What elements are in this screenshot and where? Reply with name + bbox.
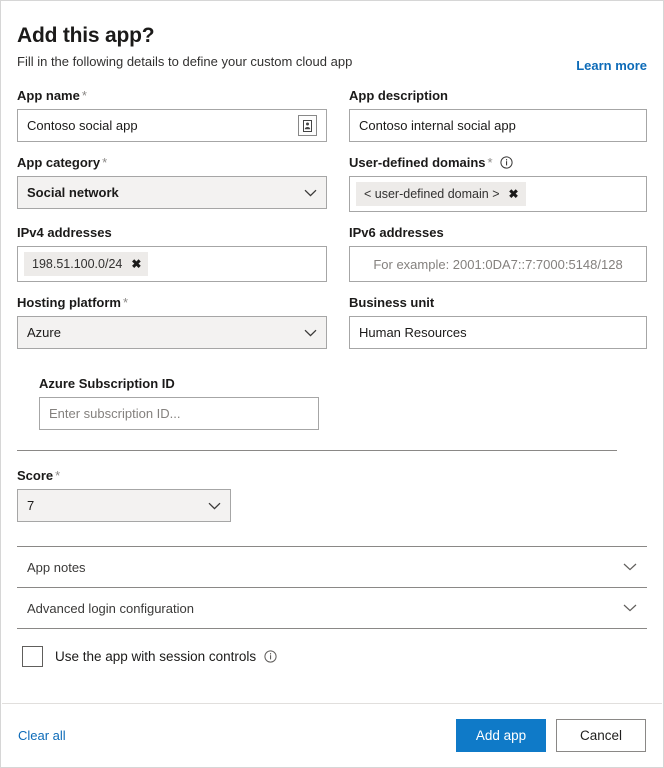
label-hosting-platform: Hosting platform *	[17, 295, 129, 310]
ipv4-addresses-tokenfield[interactable]: 198.51.100.0/24 ✖	[17, 246, 327, 282]
business-unit-input[interactable]: Human Resources	[349, 316, 647, 349]
chevron-down-icon	[304, 189, 317, 197]
chevron-down-icon	[208, 502, 221, 510]
field-ipv4-addresses: IPv4 addresses 198.51.100.0/24 ✖	[17, 224, 327, 282]
field-hosting-platform: Hosting platform * Azure	[17, 294, 327, 349]
info-icon[interactable]	[264, 650, 277, 663]
ipv4-chip[interactable]: 198.51.100.0/24 ✖	[24, 252, 149, 276]
label-score: Score *	[17, 468, 61, 483]
hosting-platform-value: Azure	[27, 325, 61, 340]
hosting-platform-select[interactable]: Azure	[17, 316, 327, 349]
app-form: App name * Contoso social app App descrip	[1, 87, 663, 667]
session-controls-label: Use the app with session controls	[55, 649, 277, 664]
session-controls-row: Use the app with session controls	[17, 646, 647, 667]
chevron-down-icon	[304, 329, 317, 337]
field-user-defined-domains: User-defined domains * < user-defined dom…	[349, 154, 647, 212]
add-app-dialog: Add this app? Fill in the following deta…	[0, 0, 664, 768]
score-select[interactable]: 7	[17, 489, 231, 522]
required-marker: *	[55, 468, 61, 483]
ipv6-addresses-input[interactable]: For example: 2001:0DA7::7:7000:5148/128	[349, 246, 647, 282]
field-ipv6-addresses: IPv6 addresses For example: 2001:0DA7::7…	[349, 224, 647, 282]
accordion-advanced-login-configuration-label: Advanced login configuration	[27, 600, 194, 616]
dialog-footer: Clear all Add app Cancel	[2, 703, 662, 766]
domain-chip-label: < user-defined domain >	[364, 187, 500, 201]
accordion-app-notes-label: App notes	[27, 559, 86, 575]
ipv4-chip-label: 198.51.100.0/24	[32, 257, 123, 271]
field-score: Score * 7	[17, 467, 647, 522]
info-icon[interactable]	[500, 156, 513, 169]
accordion-group: App notes Advanced login configuration	[17, 546, 647, 629]
learn-more-link[interactable]: Learn more	[576, 58, 647, 73]
score-divider	[17, 450, 617, 451]
cancel-button[interactable]: Cancel	[556, 718, 646, 752]
label-azure-subscription-id: Azure Subscription ID	[39, 376, 175, 391]
azure-subscription-id-placeholder: Enter subscription ID...	[49, 406, 181, 421]
user-defined-domains-tokenfield[interactable]: < user-defined domain > ✖	[349, 176, 647, 212]
page-title: Add this app?	[17, 24, 155, 47]
dialog-header: Add this app? Fill in the following deta…	[1, 1, 663, 73]
label-user-defined-domains: User-defined domains *	[349, 154, 647, 171]
label-business-unit: Business unit	[349, 295, 435, 310]
clear-all-link[interactable]: Clear all	[18, 728, 66, 743]
chevron-down-icon[interactable]	[623, 604, 637, 612]
accordion-advanced-login-configuration[interactable]: Advanced login configuration	[17, 587, 647, 629]
app-name-value: Contoso social app	[27, 118, 138, 133]
label-ipv6-addresses: IPv6 addresses	[349, 225, 444, 240]
session-controls-checkbox[interactable]	[22, 646, 43, 667]
field-business-unit: Business unit Human Resources	[349, 294, 647, 349]
close-icon[interactable]: ✖	[509, 188, 519, 200]
required-marker: *	[81, 88, 87, 103]
business-unit-value: Human Resources	[359, 325, 467, 340]
close-icon[interactable]: ✖	[131, 258, 141, 270]
id-card-icon[interactable]	[298, 115, 317, 136]
label-app-description: App description	[349, 88, 448, 103]
required-marker: *	[102, 155, 108, 170]
accordion-app-notes[interactable]: App notes	[17, 546, 647, 587]
required-marker: *	[123, 295, 129, 310]
form-grid: App name * Contoso social app App descrip	[17, 87, 647, 361]
app-category-select[interactable]: Social network	[17, 176, 327, 209]
add-app-button[interactable]: Add app	[456, 718, 546, 752]
field-azure-subscription-id: Azure Subscription ID Enter subscription…	[39, 375, 319, 430]
azure-subscription-id-input[interactable]: Enter subscription ID...	[39, 397, 319, 430]
app-description-value: Contoso internal social app	[359, 118, 516, 133]
ipv6-placeholder: For example: 2001:0DA7::7:7000:5148/128	[373, 256, 623, 272]
app-description-input[interactable]: Contoso internal social app	[349, 109, 647, 142]
required-marker: *	[487, 155, 493, 170]
field-app-category: App category * Social network	[17, 154, 327, 212]
app-category-value: Social network	[27, 185, 119, 200]
label-app-name: App name *	[17, 88, 87, 103]
field-app-description: App description Contoso internal social …	[349, 87, 647, 142]
score-value: 7	[27, 498, 35, 513]
app-name-input[interactable]: Contoso social app	[17, 109, 327, 142]
label-app-category: App category *	[17, 155, 108, 170]
page-subtitle: Fill in the following details to define …	[17, 54, 353, 69]
domain-chip[interactable]: < user-defined domain > ✖	[356, 182, 526, 206]
chevron-down-icon[interactable]	[623, 563, 637, 571]
label-ipv4-addresses: IPv4 addresses	[17, 225, 112, 240]
field-app-name: App name * Contoso social app	[17, 87, 327, 142]
